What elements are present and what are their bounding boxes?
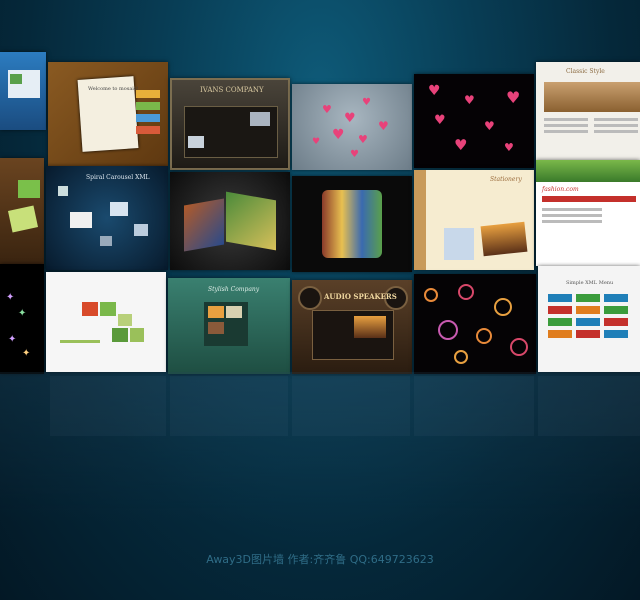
tile-cube-gallery[interactable] <box>170 172 290 270</box>
tile-caption: Stationery <box>490 176 522 183</box>
tile-classic-style[interactable]: Classic Style <box>536 62 640 162</box>
tile-caption: Spiral Carousel XML <box>86 174 150 181</box>
floor-reflection <box>0 372 640 522</box>
tile-audio-speakers[interactable]: AUDIO SPEAKERS <box>292 280 412 374</box>
tile-caption: AUDIO SPEAKERS <box>324 292 397 301</box>
tile-hearts-black[interactable]: ♥ ♥ ♥ ♥ ♥ ♥ ♥ <box>414 74 534 168</box>
tile-octagon-gallery[interactable] <box>292 176 412 272</box>
tile-caption: Simple XML Menu <box>566 280 614 286</box>
tile-green-collage[interactable] <box>0 158 44 264</box>
tile-stationery[interactable]: Stationery <box>414 170 534 270</box>
author-credit: Away3D图片墙 作者:齐齐鲁 QQ:649723623 <box>206 553 434 566</box>
tile-spiral-carousel[interactable]: Spiral Carousel XML <box>46 166 168 270</box>
tile-simple-xml-menu[interactable]: Simple XML Menu <box>538 266 640 372</box>
tile-flowers-black[interactable] <box>414 274 536 374</box>
tile-caption: Welcome to mosaic! <box>88 86 139 92</box>
tile-ivans-company[interactable]: IVANS COMPANY <box>170 78 290 170</box>
tile-caption: fashion.com <box>542 186 579 193</box>
tile-blue-site[interactable] <box>0 52 46 130</box>
tile-photo-grid[interactable] <box>46 272 166 372</box>
tile-caption: Classic Style <box>566 68 605 75</box>
tile-stylish-company[interactable]: Stylish Company <box>168 278 290 374</box>
tile-caption: Stylish Company <box>208 286 260 293</box>
tile-mosaic-welcome[interactable]: Welcome to mosaic! <box>48 62 168 166</box>
tile-sparkles[interactable]: ✦ ✦ ✦ ✦ <box>0 264 44 374</box>
tile-hearts-gray[interactable]: ♥ ♥ ♥ ♥ ♥ ♥ ♥ ♥ <box>292 84 412 170</box>
tile-caption: IVANS COMPANY <box>200 86 264 94</box>
tile-fashion-site[interactable]: fashion.com <box>536 160 640 266</box>
